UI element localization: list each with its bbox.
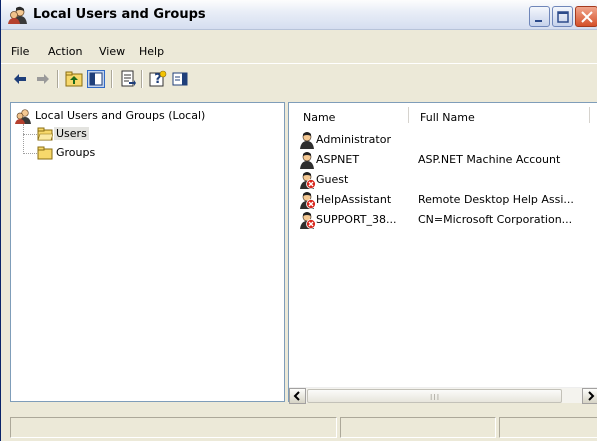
minimize-icon [535, 20, 542, 22]
users-groups-icon [8, 6, 27, 24]
column-header-full-name[interactable]: Full Name [420, 111, 475, 124]
menu-help[interactable]: Help [139, 45, 164, 58]
app-window: Local Users and Groups File Action View … [0, 0, 597, 441]
tree-item-label: Users [54, 127, 89, 140]
column-resize-handle[interactable] [589, 107, 591, 123]
list-item[interactable]: Guest [289, 170, 597, 190]
tree-item-label: Groups [56, 146, 96, 159]
tree-root[interactable]: Local Users and Groups (Local) [15, 107, 275, 125]
horizontal-scrollbar[interactable]: III [289, 387, 597, 404]
export-list-icon[interactable] [119, 70, 137, 88]
toolbar-separator [111, 70, 113, 88]
list-item[interactable]: HelpAssistant Remote Desktop Help Assi..… [289, 190, 597, 210]
scroll-grip: III [430, 393, 441, 402]
user-full-name: Remote Desktop Help Assi... [418, 193, 574, 206]
user-name: HelpAssistant [316, 193, 392, 206]
tree-line [23, 124, 24, 154]
show-hide-tree-icon [89, 72, 103, 86]
close-icon [581, 11, 593, 23]
user-full-name: CN=Microsoft Corporation... [418, 213, 573, 226]
status-panel [10, 417, 337, 438]
window-title: Local Users and Groups [33, 7, 206, 22]
scroll-left-button[interactable] [289, 388, 306, 404]
list-header: Name Full Name [289, 103, 597, 127]
status-panel [499, 417, 597, 438]
up-folder-icon[interactable] [65, 70, 83, 88]
toolbar: ? [1, 63, 597, 93]
help-icon[interactable]: ? [149, 70, 167, 88]
chevron-left-icon [293, 391, 300, 401]
tree-root-label: Local Users and Groups (Local) [35, 109, 206, 122]
disabled-user-icon [300, 192, 316, 209]
tree-item-users[interactable]: Users [37, 125, 127, 143]
close-button[interactable] [575, 6, 597, 27]
maximize-button[interactable] [552, 6, 573, 27]
scroll-right-button[interactable] [582, 388, 597, 404]
list-item[interactable]: ASPNET ASP.NET Machine Account [289, 150, 597, 170]
folder-icon [37, 146, 53, 160]
user-name: SUPPORT_38... [316, 213, 397, 226]
users-groups-icon [15, 109, 31, 124]
toolbar-separator [141, 70, 143, 88]
minimize-button[interactable] [529, 6, 550, 27]
status-panel [340, 417, 496, 438]
tree-item-groups[interactable]: Groups [37, 144, 127, 162]
user-name: ASPNET [316, 153, 360, 166]
status-bar [1, 413, 597, 441]
menu-action[interactable]: Action [48, 45, 82, 58]
back-arrow-icon[interactable] [11, 70, 29, 88]
user-icon [300, 132, 314, 149]
user-full-name: ASP.NET Machine Account [418, 153, 561, 166]
user-icon [300, 152, 314, 169]
folder-open-icon [37, 127, 53, 141]
menu-view[interactable]: View [99, 45, 125, 58]
disabled-user-icon [300, 212, 316, 229]
chevron-right-icon [588, 391, 595, 401]
show-hide-action-pane-icon[interactable] [171, 70, 189, 88]
maximize-icon [557, 11, 569, 23]
list-pane[interactable]: Name Full Name Administrator ASPNET ASP.… [288, 102, 597, 404]
tree-line [23, 134, 37, 135]
toolbar-separator [57, 70, 59, 88]
menu-file[interactable]: File [11, 45, 29, 58]
menu-bar: File Action View Help [1, 41, 597, 61]
list-item[interactable]: SUPPORT_38... CN=Microsoft Corporation..… [289, 210, 597, 230]
tree-line [23, 153, 37, 154]
tree-pane[interactable]: Local Users and Groups (Local) Users Gro… [10, 102, 285, 402]
column-resize-handle[interactable] [408, 107, 410, 123]
show-hide-tree-button[interactable] [87, 70, 105, 88]
forward-arrow-icon[interactable] [34, 70, 52, 88]
list-item[interactable]: Administrator [289, 130, 597, 150]
scroll-thumb[interactable]: III [307, 389, 562, 403]
title-bar[interactable]: Local Users and Groups [1, 0, 597, 30]
disabled-user-icon [300, 172, 316, 189]
user-name: Guest [316, 173, 349, 186]
user-name: Administrator [316, 133, 391, 146]
column-header-name[interactable]: Name [303, 111, 335, 124]
